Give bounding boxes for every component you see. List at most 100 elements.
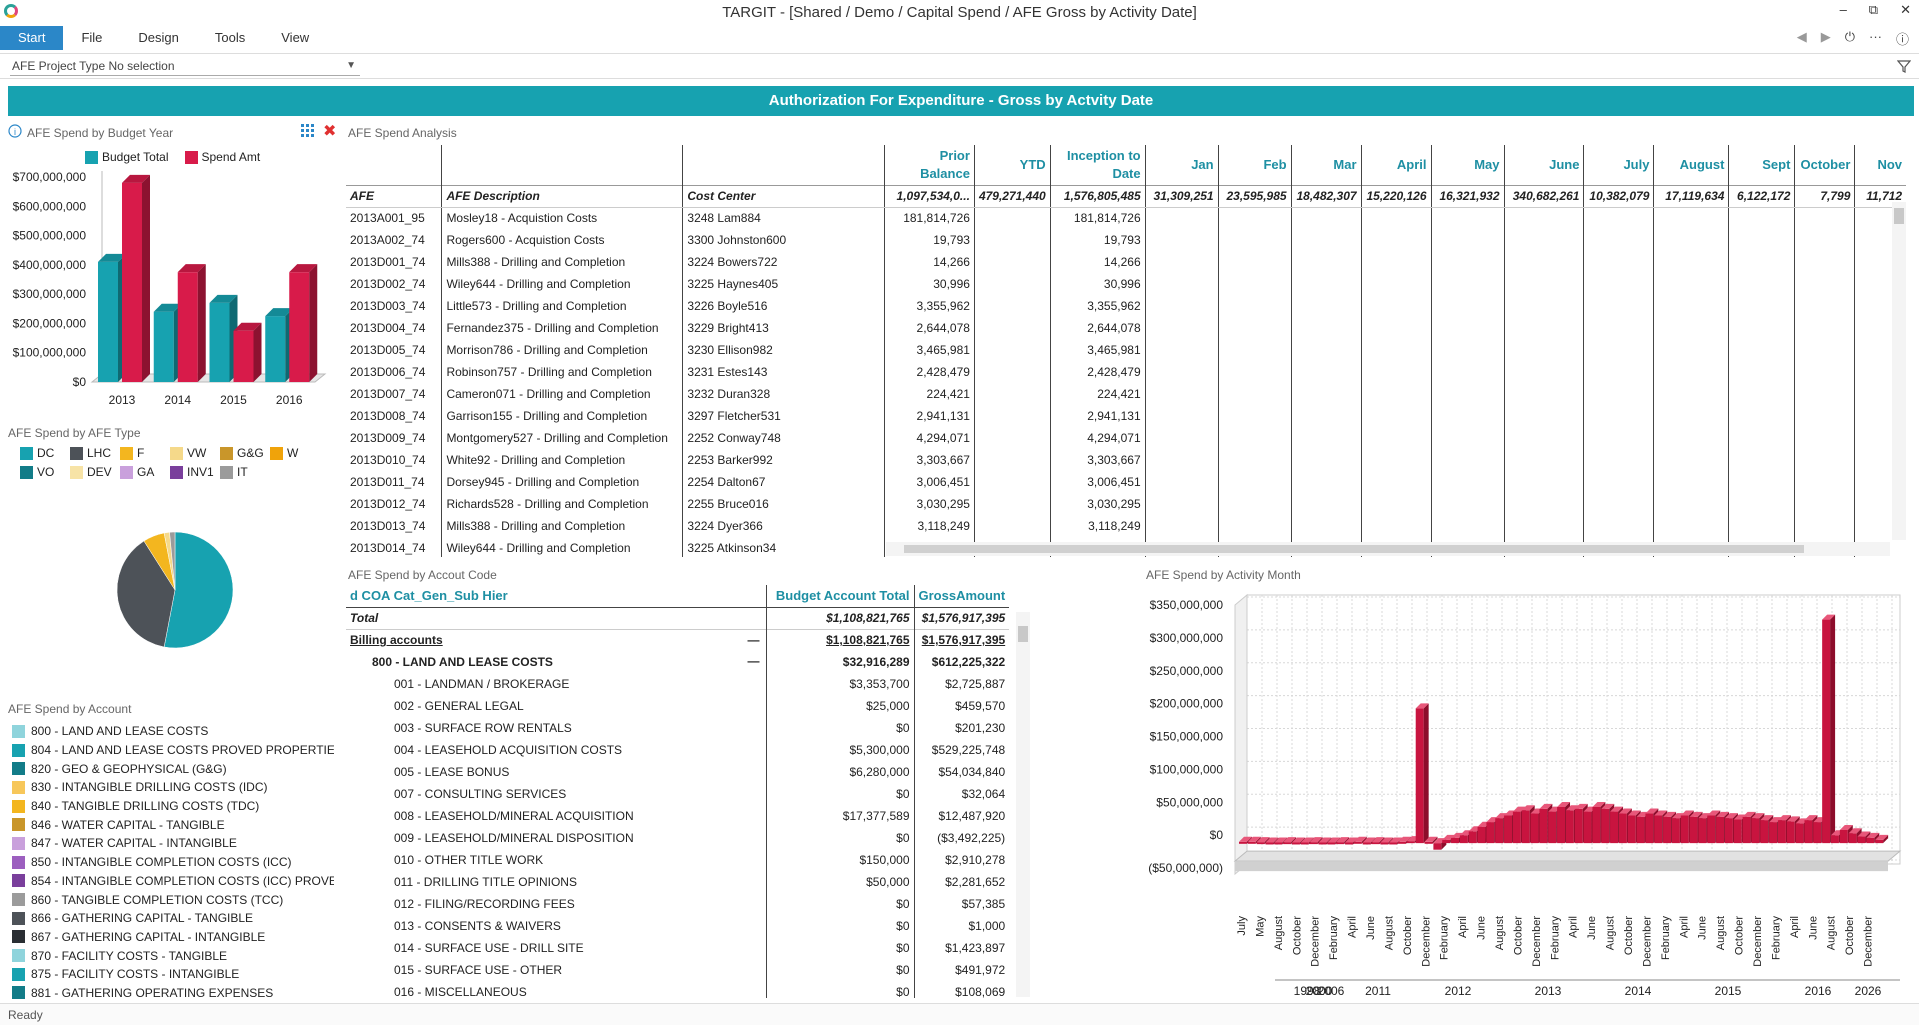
- account-legend-item[interactable]: 870 - FACILITY COSTS - TANGIBLE: [12, 946, 334, 965]
- account-row[interactable]: 015 - SURFACE USE - OTHER$0$491,972: [346, 959, 1009, 981]
- afe-type-legend-item[interactable]: INV1: [170, 465, 214, 479]
- col-cost-center[interactable]: Cost Center: [683, 185, 885, 207]
- activity-bar[interactable]: [1849, 833, 1857, 843]
- menu-file[interactable]: File: [63, 26, 120, 50]
- activity-month-chart[interactable]: ($50,000,000)$0$50,000,000$100,000,000$1…: [1140, 585, 1915, 1003]
- activity-bar[interactable]: [1813, 822, 1821, 843]
- afe-type-legend-item[interactable]: VO: [20, 465, 54, 479]
- close-icon[interactable]: ✕: [1900, 2, 1911, 18]
- afe-row[interactable]: 2013D010_74White92 - Drilling and Comple…: [346, 449, 1906, 471]
- activity-bar[interactable]: [1372, 842, 1380, 844]
- account-row[interactable]: 001 - LANDMAN / BROKERAGE$3,353,700$2,72…: [346, 673, 1009, 695]
- close-panel-icon[interactable]: ✖: [323, 121, 336, 141]
- col-inception-to-date[interactable]: Inception to Date: [1050, 145, 1145, 185]
- menu-view[interactable]: View: [263, 26, 327, 50]
- filter-icon[interactable]: [1897, 59, 1911, 73]
- afe-type-legend-item[interactable]: F: [120, 446, 144, 460]
- activity-bar[interactable]: [1531, 814, 1539, 844]
- help-icon[interactable]: ⓘ: [1896, 29, 1909, 48]
- restore-icon[interactable]: ⧉: [1869, 2, 1878, 18]
- activity-bar[interactable]: [1734, 819, 1742, 843]
- account-row[interactable]: 005 - LEASE BONUS$6,280,000$54,034,840: [346, 761, 1009, 783]
- afe-row[interactable]: 2013D006_74Robinson757 - Drilling and Co…: [346, 361, 1906, 383]
- activity-bar[interactable]: [1637, 817, 1645, 843]
- bar[interactable]: [265, 316, 285, 382]
- bar[interactable]: [98, 262, 118, 382]
- activity-bar[interactable]: [1354, 842, 1362, 844]
- activity-bar[interactable]: [1451, 838, 1459, 843]
- activity-bar[interactable]: [1619, 814, 1627, 844]
- activity-bar[interactable]: [1301, 842, 1309, 844]
- afe-table-vertical-scrollbar[interactable]: [1892, 202, 1906, 540]
- activity-bar[interactable]: [1283, 842, 1291, 844]
- afe-row[interactable]: 2013D007_74Cameron071 - Drilling and Com…: [346, 383, 1906, 405]
- bar[interactable]: [234, 331, 254, 382]
- activity-bar[interactable]: [1778, 820, 1786, 843]
- col-budget-account-total[interactable]: Budget Account Total: [766, 585, 914, 607]
- activity-bar[interactable]: [1822, 620, 1830, 844]
- activity-bar[interactable]: [1478, 827, 1486, 843]
- collapse-icon[interactable]: —: [748, 633, 760, 647]
- activity-bar[interactable]: [1601, 809, 1609, 843]
- activity-bar[interactable]: [1539, 809, 1547, 843]
- afe-type-pie-chart[interactable]: [100, 520, 250, 660]
- activity-bar[interactable]: [1266, 842, 1274, 844]
- activity-bar[interactable]: [1486, 822, 1494, 843]
- col-gross-amount[interactable]: GrossAmount: [914, 585, 1009, 607]
- col-month-august[interactable]: August: [1654, 145, 1729, 185]
- activity-bar[interactable]: [1274, 842, 1282, 844]
- activity-bar[interactable]: [1407, 841, 1415, 843]
- activity-bar[interactable]: [1654, 816, 1662, 844]
- afe-type-legend-item[interactable]: DC: [20, 446, 54, 460]
- afe-project-type-dropdown[interactable]: AFE Project Type No selection ▼: [10, 57, 360, 76]
- afe-row[interactable]: 2013D001_74Mills388 - Drilling and Compl…: [346, 251, 1906, 273]
- activity-bar[interactable]: [1857, 837, 1865, 844]
- col-month-nov[interactable]: Nov: [1855, 145, 1906, 185]
- bar[interactable]: [289, 272, 309, 382]
- afe-row[interactable]: 2013D011_74Dorsey945 - Drilling and Comp…: [346, 471, 1906, 493]
- afe-row[interactable]: 2013D002_74Wiley644 - Drilling and Compl…: [346, 273, 1906, 295]
- account-row[interactable]: 014 - SURFACE USE - DRILL SITE$0$1,423,8…: [346, 937, 1009, 959]
- afe-type-legend-item[interactable]: LHC: [70, 446, 111, 460]
- afe-type-legend-item[interactable]: IT: [220, 465, 248, 479]
- activity-bar[interactable]: [1796, 823, 1804, 843]
- activity-bar[interactable]: [1327, 842, 1335, 844]
- info-icon[interactable]: i: [8, 124, 24, 140]
- activity-bar[interactable]: [1804, 820, 1812, 843]
- afe-row[interactable]: 2013A002_74Rogers600 - Acquistion Costs3…: [346, 229, 1906, 251]
- activity-bar[interactable]: [1628, 816, 1636, 844]
- forward-arrow-icon[interactable]: ▶: [1821, 29, 1831, 48]
- activity-bar[interactable]: [1672, 818, 1680, 843]
- afe-type-legend-item[interactable]: DEV: [70, 465, 112, 479]
- activity-bar[interactable]: [1504, 816, 1512, 844]
- activity-bar[interactable]: [1248, 842, 1256, 844]
- activity-bar[interactable]: [1751, 818, 1759, 843]
- activity-bar[interactable]: [1707, 816, 1715, 844]
- activity-bar[interactable]: [1866, 838, 1874, 843]
- afe-row[interactable]: 2013D008_74Garrison155 - Drilling and Co…: [346, 405, 1906, 427]
- account-legend-item[interactable]: 860 - TANGIBLE COMPLETION COSTS (TCC): [12, 890, 334, 909]
- more-icon[interactable]: ···: [1869, 29, 1882, 48]
- afe-row[interactable]: 2013D012_74Richards528 - Drilling and Co…: [346, 493, 1906, 515]
- activity-bar[interactable]: [1645, 814, 1653, 844]
- account-row[interactable]: 002 - GENERAL LEGAL$25,000$459,570: [346, 695, 1009, 717]
- activity-bar[interactable]: [1743, 817, 1751, 843]
- account-row[interactable]: 800 - LAND AND LEASE COSTS—$32,916,289$6…: [346, 651, 1009, 673]
- collapse-icon[interactable]: —: [748, 654, 760, 668]
- account-row[interactable]: 008 - LEASEHOLD/MINERAL ACQUISITION$17,3…: [346, 805, 1009, 827]
- activity-bar[interactable]: [1345, 842, 1353, 844]
- menu-design[interactable]: Design: [120, 26, 196, 50]
- account-legend-item[interactable]: 847 - WATER CAPITAL - INTANGIBLE: [12, 834, 334, 853]
- account-table-vertical-scrollbar[interactable]: [1016, 612, 1030, 997]
- activity-bar[interactable]: [1690, 817, 1698, 843]
- activity-bar[interactable]: [1416, 708, 1424, 843]
- account-legend-item[interactable]: 850 - INTANGIBLE COMPLETION COSTS (ICC): [12, 853, 334, 872]
- activity-bar[interactable]: [1760, 820, 1768, 843]
- col-afe-description[interactable]: AFE Description: [442, 185, 683, 207]
- activity-bar[interactable]: [1442, 840, 1450, 843]
- budget-year-chart[interactable]: $0$100,000,000$200,000,000$300,000,000$4…: [0, 165, 345, 415]
- activity-bar[interactable]: [1557, 807, 1565, 843]
- activity-bar[interactable]: [1239, 842, 1247, 844]
- activity-bar[interactable]: [1319, 842, 1327, 844]
- activity-bar[interactable]: [1257, 842, 1265, 844]
